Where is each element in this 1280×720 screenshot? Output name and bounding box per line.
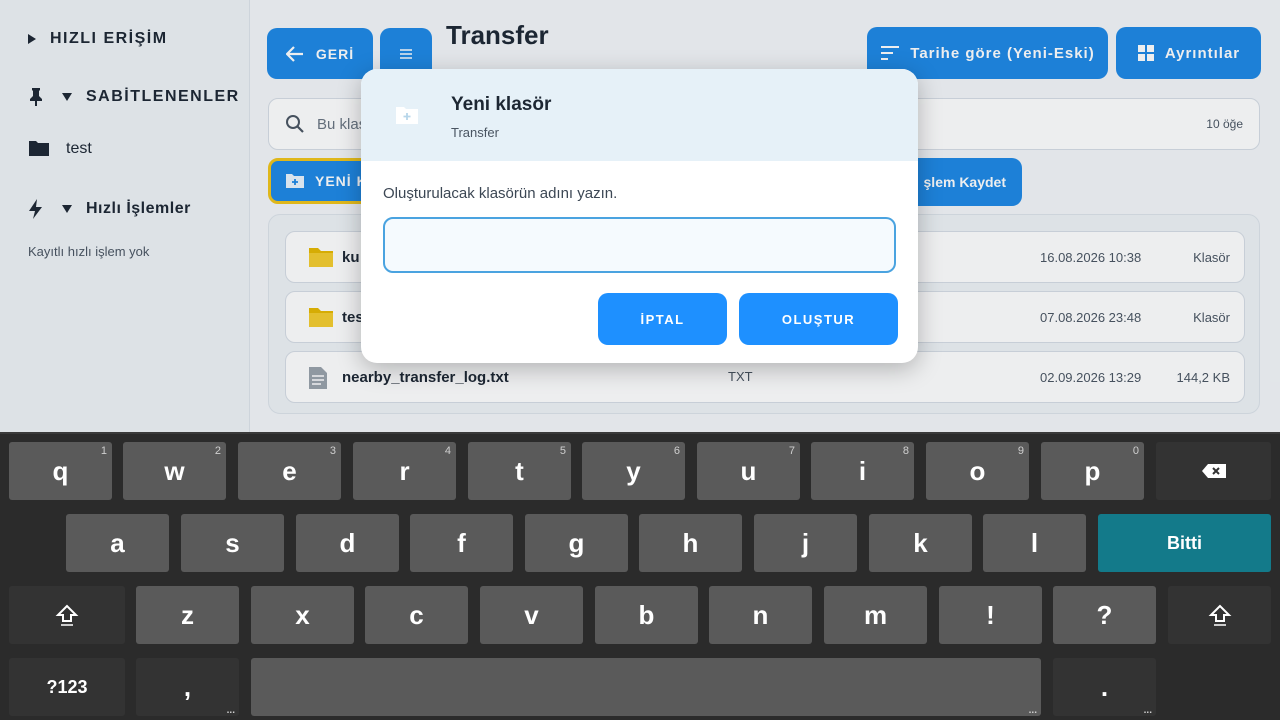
- backspace-icon: [1201, 464, 1226, 478]
- backspace-key[interactable]: [1156, 442, 1271, 500]
- dialog-title: Yeni klasör: [451, 94, 552, 115]
- dialog-header: Yeni klasör Transfer: [361, 69, 918, 161]
- key-u[interactable]: u7: [697, 442, 800, 500]
- create-button[interactable]: OLUŞTUR: [739, 293, 898, 345]
- key-t[interactable]: t5: [468, 442, 571, 500]
- key-b[interactable]: b: [595, 586, 698, 644]
- key-k[interactable]: k: [869, 514, 972, 572]
- folder-name-input[interactable]: [383, 217, 896, 273]
- key-e[interactable]: e3: [238, 442, 341, 500]
- period-key[interactable]: ....: [1053, 658, 1156, 716]
- key-h[interactable]: h: [639, 514, 742, 572]
- on-screen-keyboard: q1 w2 e3 r4 t5 y6 u7 i8 o9 p0 a s d f g …: [0, 432, 1280, 720]
- key-l[interactable]: l: [983, 514, 1086, 572]
- key-m[interactable]: m: [824, 586, 927, 644]
- dialog-subtitle: Transfer: [451, 125, 499, 140]
- dialog-prompt: Oluşturulacak klasörün adını yazın.: [383, 185, 618, 202]
- key-j[interactable]: j: [754, 514, 857, 572]
- file-manager-app: HIZLI ERİŞİM SABİTLENENLER test Hızlı İş…: [0, 0, 1280, 432]
- shift-key-right[interactable]: [1168, 586, 1271, 644]
- comma-key[interactable]: ,...: [136, 658, 239, 716]
- key-x[interactable]: x: [251, 586, 354, 644]
- key-g[interactable]: g: [525, 514, 628, 572]
- key-o[interactable]: o9: [926, 442, 1029, 500]
- done-key[interactable]: Bitti: [1098, 514, 1271, 572]
- key-v[interactable]: v: [480, 586, 583, 644]
- key-p[interactable]: p0: [1041, 442, 1144, 500]
- shift-key-left[interactable]: [9, 586, 125, 644]
- key-z[interactable]: z: [136, 586, 239, 644]
- key-i[interactable]: i8: [811, 442, 914, 500]
- key-y[interactable]: y6: [582, 442, 685, 500]
- key-q[interactable]: q1: [9, 442, 112, 500]
- key-n[interactable]: n: [709, 586, 812, 644]
- key-w[interactable]: w2: [123, 442, 226, 500]
- shift-icon: [1208, 604, 1231, 626]
- key-s[interactable]: s: [181, 514, 284, 572]
- key-a[interactable]: a: [66, 514, 169, 572]
- symbols-key[interactable]: ?123: [9, 658, 125, 716]
- space-key[interactable]: ...: [251, 658, 1041, 716]
- new-folder-icon: [396, 107, 418, 124]
- key-d[interactable]: d: [296, 514, 399, 572]
- key-f[interactable]: f: [410, 514, 513, 572]
- key-c[interactable]: c: [365, 586, 468, 644]
- key-exclamation[interactable]: !: [939, 586, 1042, 644]
- key-question[interactable]: ?: [1053, 586, 1156, 644]
- shift-icon: [55, 604, 79, 626]
- cancel-button[interactable]: İPTAL: [598, 293, 727, 345]
- new-folder-dialog: Yeni klasör Transfer Oluşturulacak klasö…: [361, 69, 918, 363]
- key-r[interactable]: r4: [353, 442, 456, 500]
